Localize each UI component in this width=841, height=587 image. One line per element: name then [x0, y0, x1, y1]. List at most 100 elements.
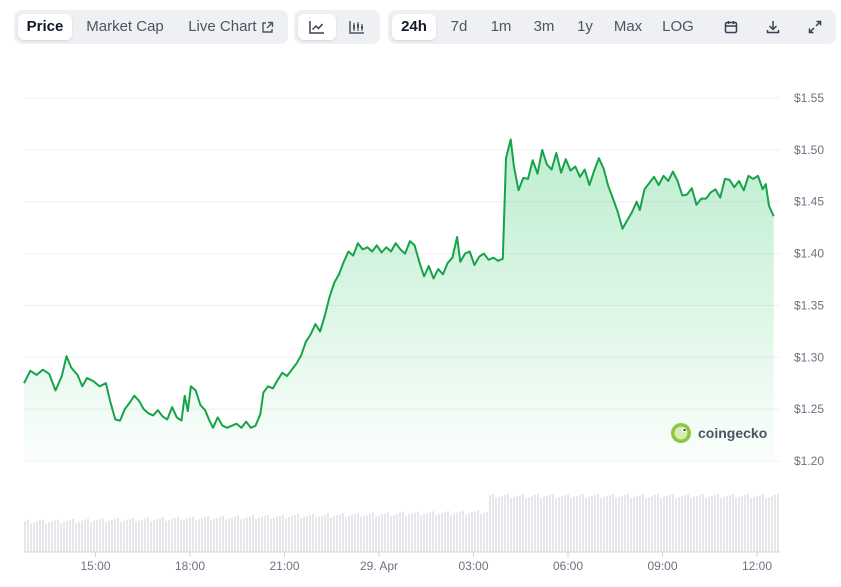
volume-bar: [609, 495, 611, 552]
volume-bar: [423, 514, 425, 552]
volume-bar: [666, 496, 668, 552]
volume-bar: [405, 515, 407, 552]
volume-bar: [624, 495, 626, 552]
volume-bar: [645, 498, 647, 552]
volume-bar: [243, 518, 245, 552]
volume-bar: [447, 510, 449, 552]
volume-bar: [441, 513, 443, 552]
volume-bar: [663, 497, 665, 552]
volume-bar: [561, 496, 563, 552]
volume-bar: [606, 496, 608, 552]
volume-bar: [675, 498, 677, 552]
volume-bar: [504, 495, 506, 552]
x-tick-label: 12:00: [742, 559, 772, 573]
volume-bar: [480, 514, 482, 552]
volume-bar: [576, 496, 578, 552]
volume-bar: [114, 519, 116, 552]
volume-bar: [81, 520, 83, 552]
volume-bar: [363, 515, 365, 552]
volume-bar: [639, 495, 641, 552]
volume-bar: [45, 523, 47, 552]
volume-bar: [96, 520, 98, 552]
volume-bar: [636, 496, 638, 552]
volume-bar: [567, 494, 569, 552]
volume-bar: [612, 494, 614, 552]
volume-bar: [507, 494, 509, 552]
volume-bar: [129, 518, 131, 552]
volume-bar: [123, 520, 125, 552]
volume-bar: [777, 494, 779, 552]
volume-bar: [537, 494, 539, 552]
volume-bar: [102, 518, 104, 552]
volume-bar: [270, 518, 272, 552]
volume-bar: [186, 518, 188, 552]
volume-bar: [204, 517, 206, 552]
volume-bar: [303, 516, 305, 552]
volume-bar: [399, 512, 401, 552]
volume-bar: [741, 496, 743, 552]
volume-bar: [168, 519, 170, 552]
volume-bar: [708, 497, 710, 552]
volume-bar: [33, 522, 35, 552]
volume-bar: [630, 498, 632, 552]
volume-bar: [48, 522, 50, 552]
volume-bar: [318, 516, 320, 552]
volume-bar: [72, 518, 74, 552]
volume-bar: [69, 520, 71, 552]
y-tick-label: $1.20: [794, 454, 824, 468]
volume-bar: [375, 516, 377, 552]
price-chart[interactable]: $1.55 $1.50 $1.45 $1.40 $1.35 $1.30 $1.25 $1.20…: [0, 0, 841, 587]
volume-bar: [348, 516, 350, 552]
volume-bar: [618, 497, 620, 552]
volume-bar: [336, 515, 338, 552]
volume-bar: [564, 495, 566, 552]
volume-bar: [414, 512, 416, 552]
volume-bar: [654, 495, 656, 552]
volume-bar: [195, 520, 197, 552]
volume-bar: [543, 497, 545, 552]
volume-bar: [456, 512, 458, 552]
volume-bar: [240, 519, 242, 552]
volume-bar: [225, 519, 227, 552]
volume-bar: [105, 522, 107, 552]
volume-bar: [87, 518, 89, 552]
volume-bar: [378, 515, 380, 552]
volume-bar: [99, 519, 101, 552]
volume-bar: [753, 497, 755, 552]
volume-bar: [366, 514, 368, 552]
volume-bar: [306, 515, 308, 552]
volume-bar: [435, 515, 437, 552]
volume-bar: [408, 514, 410, 552]
volume-bar: [657, 494, 659, 552]
x-tick-label: 15:00: [80, 559, 110, 573]
volume-bar: [393, 515, 395, 552]
volume-bar: [201, 518, 203, 552]
volume-bar: [357, 512, 359, 552]
volume-bar: [30, 523, 32, 552]
volume-bar: [519, 495, 521, 552]
volume-bar: [444, 511, 446, 552]
volume-bar: [282, 514, 284, 552]
volume-bar: [495, 498, 497, 552]
volume-bar: [252, 515, 254, 552]
volume-bar: [600, 498, 602, 552]
volume-bar: [615, 498, 617, 552]
volume-bar: [726, 496, 728, 552]
volume-bar: [267, 514, 269, 552]
volume-bar: [216, 517, 218, 552]
volume-bar: [684, 495, 686, 552]
volume-bar: [189, 517, 191, 552]
volume-bar: [222, 515, 224, 552]
volume-bar: [681, 496, 683, 552]
y-tick-label: $1.30: [794, 350, 824, 364]
volume-bar: [450, 514, 452, 552]
volume-bar: [669, 495, 671, 552]
volume-bar: [231, 517, 233, 552]
volume-bar: [642, 494, 644, 552]
volume-bar: [426, 513, 428, 552]
volume-bar: [54, 520, 56, 552]
x-tick-label: 06:00: [553, 559, 583, 573]
x-tick-label: 21:00: [269, 559, 299, 573]
volume-bar: [237, 515, 239, 552]
y-tick-label: $1.50: [794, 143, 824, 157]
